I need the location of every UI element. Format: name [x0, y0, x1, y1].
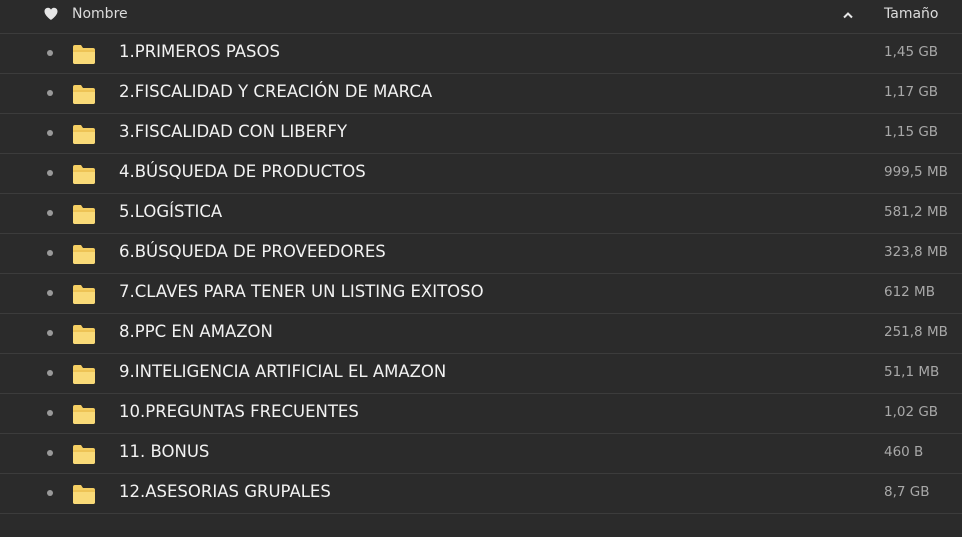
file-size: 612 MB	[884, 284, 935, 300]
file-row[interactable]: 2.FISCALIDAD Y CREACIÓN DE MARCA 1,17 GB	[0, 74, 962, 114]
file-row[interactable]: 5.LOGÍSTICA 581,2 MB	[0, 194, 962, 234]
file-name[interactable]: 11. BONUS	[119, 442, 209, 461]
chevron-up-icon[interactable]	[841, 9, 855, 21]
file-name[interactable]: 8.PPC EN AMAZON	[119, 322, 273, 341]
file-size: 581,2 MB	[884, 204, 948, 220]
file-size: 51,1 MB	[884, 364, 940, 380]
file-row[interactable]: 4.BÚSQUEDA DE PRODUCTOS 999,5 MB	[0, 154, 962, 194]
file-size: 1,15 GB	[884, 124, 939, 140]
file-browser: Nombre Tamaño 1.PRIMEROS PASOS 1,45 GB 2…	[0, 0, 962, 537]
file-row[interactable]: 12.ASESORIAS GRUPALES 8,7 GB	[0, 474, 962, 514]
file-name[interactable]: 1.PRIMEROS PASOS	[119, 42, 280, 61]
bullet-icon	[47, 330, 53, 336]
file-row[interactable]: 3.FISCALIDAD CON LIBERFY 1,15 GB	[0, 114, 962, 154]
file-size: 460 B	[884, 444, 924, 460]
bullet-icon	[47, 370, 53, 376]
file-size: 1,02 GB	[884, 404, 939, 420]
bullet-icon	[47, 210, 53, 216]
folder-icon	[73, 485, 95, 504]
bullet-icon	[47, 90, 53, 96]
file-name[interactable]: 2.FISCALIDAD Y CREACIÓN DE MARCA	[119, 82, 432, 101]
file-name[interactable]: 6.BÚSQUEDA DE PROVEEDORES	[119, 242, 386, 261]
file-row[interactable]: 7.CLAVES PARA TENER UN LISTING EXITOSO 6…	[0, 274, 962, 314]
file-row[interactable]: 9.INTELIGENCIA ARTIFICIAL EL AMAZON 51,1…	[0, 354, 962, 394]
file-row[interactable]: 6.BÚSQUEDA DE PROVEEDORES 323,8 MB	[0, 234, 962, 274]
column-name-header[interactable]: Nombre	[72, 6, 128, 22]
bullet-icon	[47, 290, 53, 296]
bullet-icon	[47, 250, 53, 256]
folder-icon	[73, 205, 95, 224]
file-name[interactable]: 7.CLAVES PARA TENER UN LISTING EXITOSO	[119, 282, 484, 301]
folder-icon	[73, 405, 95, 424]
file-name[interactable]: 4.BÚSQUEDA DE PRODUCTOS	[119, 162, 366, 181]
bullet-icon	[47, 450, 53, 456]
column-header: Nombre Tamaño	[0, 0, 962, 34]
file-name[interactable]: 5.LOGÍSTICA	[119, 202, 222, 221]
file-name[interactable]: 12.ASESORIAS GRUPALES	[119, 482, 331, 501]
file-list: 1.PRIMEROS PASOS 1,45 GB 2.FISCALIDAD Y …	[0, 34, 962, 514]
file-name[interactable]: 3.FISCALIDAD CON LIBERFY	[119, 122, 347, 141]
file-name[interactable]: 10.PREGUNTAS FRECUENTES	[119, 402, 359, 421]
bullet-icon	[47, 130, 53, 136]
file-row[interactable]: 10.PREGUNTAS FRECUENTES 1,02 GB	[0, 394, 962, 434]
column-size-header[interactable]: Tamaño	[884, 6, 938, 22]
folder-icon	[73, 325, 95, 344]
folder-icon	[73, 165, 95, 184]
bullet-icon	[47, 490, 53, 496]
file-size: 323,8 MB	[884, 244, 948, 260]
bullet-icon	[47, 410, 53, 416]
folder-icon	[73, 125, 95, 144]
file-name[interactable]: 9.INTELIGENCIA ARTIFICIAL EL AMAZON	[119, 362, 446, 381]
bullet-icon	[47, 50, 53, 56]
folder-icon	[73, 85, 95, 104]
folder-icon	[73, 365, 95, 384]
file-size: 999,5 MB	[884, 164, 948, 180]
folder-icon	[73, 45, 95, 64]
file-size: 1,45 GB	[884, 44, 939, 60]
bullet-icon	[47, 170, 53, 176]
file-size: 8,7 GB	[884, 484, 930, 500]
file-row[interactable]: 11. BONUS 460 B	[0, 434, 962, 474]
file-row[interactable]: 8.PPC EN AMAZON 251,8 MB	[0, 314, 962, 354]
file-size: 251,8 MB	[884, 324, 948, 340]
file-row[interactable]: 1.PRIMEROS PASOS 1,45 GB	[0, 34, 962, 74]
file-size: 1,17 GB	[884, 84, 939, 100]
folder-icon	[73, 445, 95, 464]
folder-icon	[73, 285, 95, 304]
heart-icon[interactable]	[43, 6, 59, 22]
folder-icon	[73, 245, 95, 264]
